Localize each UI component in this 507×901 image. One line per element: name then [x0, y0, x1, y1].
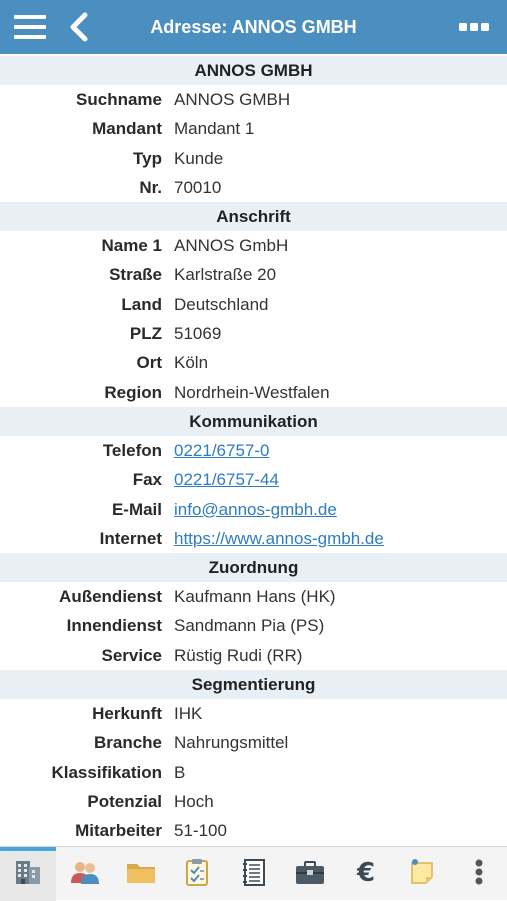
field-label: Branche	[93, 733, 162, 753]
field-row: Service Rüstig Rudi (RR)	[0, 641, 507, 670]
field-value: ANNOS GmbH	[174, 236, 289, 256]
contacts-tab[interactable]	[57, 847, 113, 901]
section-header: Anschrift	[0, 202, 507, 232]
field-value-link[interactable]: 0221/6757-44	[174, 465, 279, 494]
field-row: Internet https://www.annos-gmbh.de	[0, 524, 507, 553]
clipboard-check-tab[interactable]	[169, 847, 225, 901]
field-label: PLZ	[129, 324, 162, 344]
back-arrow-icon[interactable]	[66, 12, 92, 42]
field-label: Name 1	[101, 236, 162, 256]
field-label: Außendienst	[59, 587, 162, 607]
more-vertical-icon	[473, 857, 485, 892]
field-row: Telefon 0221/6757-0	[0, 436, 507, 465]
folder-tab[interactable]	[113, 847, 169, 901]
euro-icon: €	[351, 857, 381, 892]
field-label: Potenzial	[87, 791, 162, 811]
field-label: Mandant	[92, 119, 162, 139]
briefcase-tab[interactable]	[282, 847, 338, 901]
field-row: Herkunft IHK	[0, 699, 507, 728]
field-row: Innendienst Sandmann Pia (PS)	[0, 611, 507, 640]
field-label: Nr.	[139, 177, 162, 197]
note-pin-tab[interactable]	[394, 847, 450, 901]
field-value: 51-100	[174, 821, 227, 841]
field-value: Mandant 1	[174, 119, 255, 139]
field-value: 70010	[174, 177, 222, 197]
briefcase-icon	[294, 857, 326, 892]
field-row: Mandant Mandant 1	[0, 114, 507, 143]
notebook-icon	[240, 857, 268, 892]
field-row: Nr. 70010	[0, 173, 507, 202]
field-label: Internet	[99, 528, 162, 548]
page-title: Adresse: ANNOS GMBH	[150, 17, 357, 37]
field-label: Innendienst	[66, 616, 162, 636]
field-row: Ort Köln	[0, 348, 507, 377]
field-row: Mitarbeiter 51-100	[0, 816, 507, 845]
more-vertical-tab[interactable]	[451, 847, 507, 901]
field-value: ANNOS GMBH	[174, 90, 291, 109]
field-label: Telefon	[102, 440, 162, 460]
field-label: Herkunft	[92, 704, 162, 724]
bottom-tab-bar: €	[0, 846, 507, 901]
field-value: 51069	[174, 324, 222, 344]
field-value: Sandmann Pia (PS)	[174, 616, 325, 636]
building-icon	[13, 857, 43, 892]
section-header: ANNOS GMBH	[0, 56, 507, 85]
field-value: Köln	[174, 353, 209, 373]
field-row: PLZ 51069	[0, 319, 507, 348]
field-value: Deutschland	[174, 294, 269, 314]
top-bar: Adresse: ANNOS GMBH	[0, 0, 507, 54]
address-detail-list: ANNOS GMBH Suchname ANNOS GMBH Mandant Manda…	[0, 56, 507, 846]
field-value: Karlstraße 20	[174, 265, 277, 285]
clipboard-check-icon	[183, 857, 211, 892]
contacts-icon	[69, 857, 101, 892]
field-row: E-Mail info@annos-gmbh.de	[0, 495, 507, 524]
section-header: Zuordnung	[0, 553, 507, 583]
field-row: Straße Karlstraße 20	[0, 260, 507, 289]
field-value-link[interactable]: https://www.annos-gmbh.de	[174, 524, 384, 553]
field-row: Fax 0221/6757-44	[0, 465, 507, 494]
field-label: Fax	[132, 470, 162, 490]
field-label: Klassifikation	[51, 762, 162, 782]
field-value-link[interactable]: 0221/6757-0	[174, 436, 269, 465]
field-label: Ort	[136, 353, 163, 373]
field-value-link[interactable]: info@annos-gmbh.de	[174, 495, 337, 524]
field-label: E-Mail	[111, 499, 162, 519]
section-header: Segmentierung	[0, 670, 507, 700]
euro-tab[interactable]: €	[338, 847, 394, 901]
field-label: Mitarbeiter	[75, 821, 162, 841]
field-value: Kaufmann Hans (HK)	[174, 587, 336, 607]
field-label: Typ	[133, 148, 162, 168]
field-value: Rüstig Rudi (RR)	[174, 645, 303, 665]
field-value: Nahrungsmittel	[174, 733, 289, 753]
field-row: Typ Kunde	[0, 144, 507, 173]
field-row: Klassifikation B	[0, 758, 507, 787]
section-header: Kommunikation	[0, 406, 507, 436]
field-row: Region Nordrhein-Westfalen	[0, 378, 507, 407]
field-row: Suchname ANNOS GMBH	[0, 85, 507, 114]
folder-icon	[125, 857, 157, 892]
field-row: Land Deutschland	[0, 290, 507, 319]
field-row: Außendienst Kaufmann Hans (HK)	[0, 582, 507, 611]
more-options-icon[interactable]	[457, 14, 491, 40]
note-pin-icon	[407, 857, 437, 892]
notebook-tab[interactable]	[226, 847, 282, 901]
field-label: Region	[104, 382, 162, 402]
field-value: IHK	[174, 704, 203, 724]
field-label: Suchname	[76, 90, 162, 109]
field-label: Service	[101, 645, 163, 665]
field-row: Name 1 ANNOS GmbH	[0, 231, 507, 260]
field-label: Land	[121, 294, 162, 314]
svg-text:€: €	[356, 858, 375, 887]
field-row: Branche Nahrungsmittel	[0, 728, 507, 757]
field-label: Straße	[109, 265, 162, 285]
building-tab[interactable]	[0, 847, 56, 901]
field-value: Nordrhein-Westfalen	[174, 382, 330, 402]
field-row: Potenzial Hoch	[0, 787, 507, 816]
hamburger-menu-icon[interactable]	[14, 13, 46, 41]
field-value: B	[174, 762, 186, 782]
field-value: Hoch	[174, 791, 214, 811]
field-value: Kunde	[174, 148, 224, 168]
